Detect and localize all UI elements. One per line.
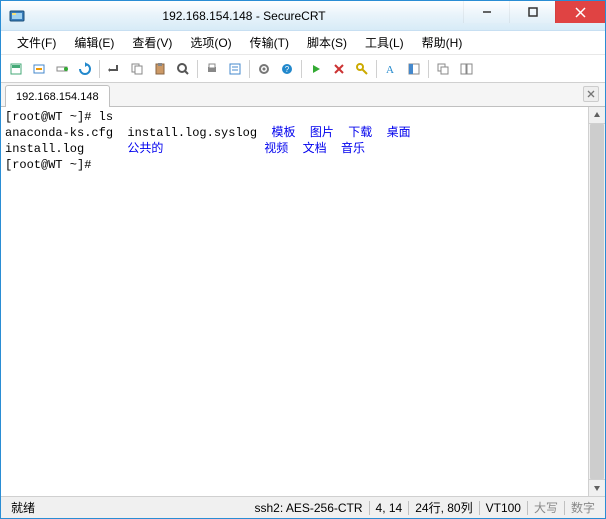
toolbar: ?A [1, 55, 605, 83]
settings-icon[interactable] [253, 58, 275, 80]
terminal-line: [root@WT ~]# [5, 157, 584, 173]
menu-file[interactable]: 文件(F) [9, 32, 64, 53]
svg-text:A: A [386, 64, 394, 76]
toolbar-separator [249, 60, 250, 78]
terminal-text: [root@WT ~]# ls [5, 110, 113, 124]
menu-tools[interactable]: 工具(L) [357, 32, 412, 53]
paste-icon[interactable] [149, 58, 171, 80]
terminal-text: install.log [5, 142, 127, 156]
status-size: 24行, 80列 [409, 499, 478, 516]
scroll-down-icon[interactable] [589, 479, 605, 496]
enter-key-icon[interactable] [103, 58, 125, 80]
menubar: 文件(F) 编辑(E) 查看(V) 选项(O) 传输(T) 脚本(S) 工具(L… [1, 31, 605, 55]
menu-edit[interactable]: 编辑(E) [66, 32, 122, 53]
maximize-button[interactable] [509, 1, 555, 23]
app-icon [9, 8, 25, 24]
terminal-area: [root@WT ~]# lsanaconda-ks.cfg install.l… [1, 107, 605, 496]
toolbar-separator [428, 60, 429, 78]
connect-bar-icon[interactable] [51, 58, 73, 80]
terminal-line: anaconda-ks.cfg install.log.syslog 模板 图片… [5, 125, 584, 141]
status-emulation: VT100 [480, 501, 527, 515]
terminal-text: [root@WT ~]# [5, 158, 99, 172]
status-num: 数字 [565, 499, 601, 516]
copy-icon[interactable] [126, 58, 148, 80]
terminal-text: install.log.syslog [127, 126, 271, 140]
tile-icon[interactable] [455, 58, 477, 80]
tab-label: 192.168.154.148 [16, 91, 99, 103]
reconnect-icon[interactable] [74, 58, 96, 80]
menu-view[interactable]: 查看(V) [124, 32, 180, 53]
tabbar: 192.168.154.148 [1, 83, 605, 107]
menu-transfer[interactable]: 传输(T) [242, 32, 297, 53]
window-controls [463, 1, 605, 30]
status-ready: 就绪 [5, 499, 41, 516]
close-button[interactable] [555, 1, 605, 23]
help-icon[interactable]: ? [276, 58, 298, 80]
minimize-button[interactable] [463, 1, 509, 23]
scrollbar[interactable] [588, 107, 605, 496]
toolbar-separator [197, 60, 198, 78]
key-icon[interactable] [351, 58, 373, 80]
terminal-text: anaconda-ks.cfg [5, 126, 127, 140]
terminal-text: 模板 图片 下载 桌面 [271, 126, 410, 140]
tab-close-icon[interactable] [583, 86, 599, 102]
font-icon[interactable]: A [380, 58, 402, 80]
script-run-icon[interactable] [305, 58, 327, 80]
svg-text:?: ? [285, 65, 290, 74]
status-caps: 大写 [528, 499, 564, 516]
status-cursor: 4, 14 [370, 501, 409, 515]
window-title: 192.168.154.148 - SecureCRT [25, 9, 463, 23]
new-session-icon[interactable] [5, 58, 27, 80]
toolbar-separator [99, 60, 100, 78]
scroll-up-icon[interactable] [589, 107, 605, 124]
find-icon[interactable] [172, 58, 194, 80]
script-cancel-icon[interactable] [328, 58, 350, 80]
toolbar-separator [376, 60, 377, 78]
terminal-text: 公共的 视频 文档 音乐 [127, 142, 365, 156]
print-icon[interactable] [201, 58, 223, 80]
scroll-thumb[interactable] [590, 124, 604, 479]
properties-icon[interactable] [224, 58, 246, 80]
statusbar: 就绪 ssh2: AES-256-CTR 4, 14 24行, 80列 VT10… [1, 496, 605, 518]
quick-connect-icon[interactable] [28, 58, 50, 80]
menu-script[interactable]: 脚本(S) [299, 32, 355, 53]
cascade-icon[interactable] [432, 58, 454, 80]
session-tab[interactable]: 192.168.154.148 [5, 85, 110, 107]
terminal-line: install.log 公共的 视频 文档 音乐 [5, 141, 584, 157]
session-mgr-icon[interactable] [403, 58, 425, 80]
status-protocol: ssh2: AES-256-CTR [248, 501, 368, 515]
scroll-track[interactable] [589, 124, 605, 479]
menu-options[interactable]: 选项(O) [182, 32, 239, 53]
menu-help[interactable]: 帮助(H) [414, 32, 471, 53]
terminal-line: [root@WT ~]# ls [5, 109, 584, 125]
titlebar: 192.168.154.148 - SecureCRT [1, 1, 605, 31]
terminal[interactable]: [root@WT ~]# lsanaconda-ks.cfg install.l… [1, 107, 588, 496]
toolbar-separator [301, 60, 302, 78]
